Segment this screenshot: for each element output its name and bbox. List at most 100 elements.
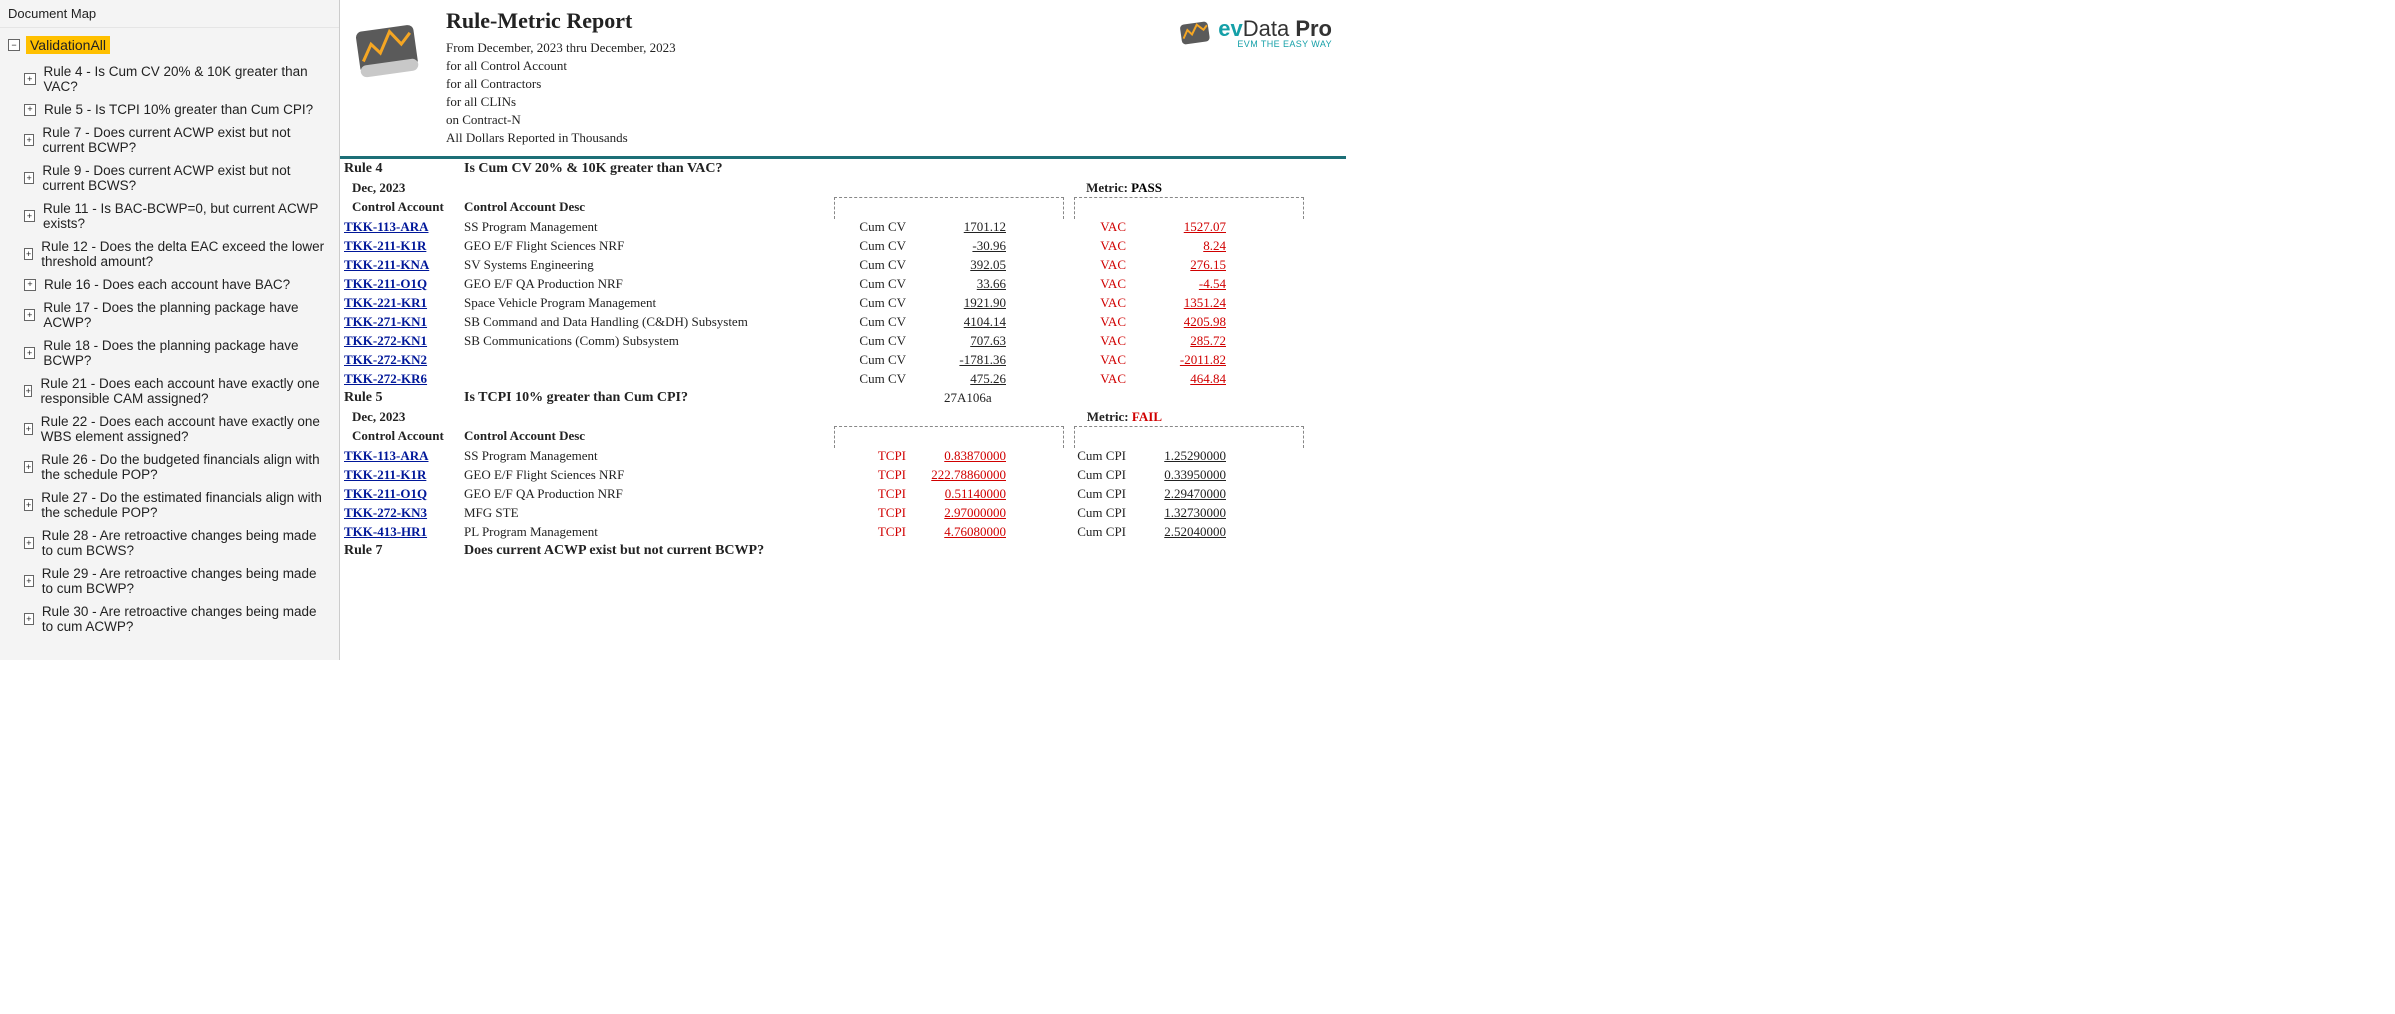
tree-item[interactable]: +Rule 18 - Does the planning package hav… <box>4 334 335 372</box>
tree-item-label: Rule 17 - Does the planning package have… <box>43 300 331 330</box>
control-account-desc <box>464 371 822 387</box>
rule-date: Dec, 2023 <box>344 409 464 425</box>
control-account-link[interactable]: TKK-211-O1Q <box>344 276 464 292</box>
expand-icon[interactable]: + <box>24 423 33 435</box>
expand-icon[interactable]: + <box>24 210 35 222</box>
control-account-link[interactable]: TKK-272-KR6 <box>344 371 464 387</box>
tree-item-label: Rule 11 - Is BAC-BCWP=0, but current ACW… <box>43 201 331 231</box>
tree-item[interactable]: + Rule 12 - Does the delta EAC exceed the… <box>4 235 335 273</box>
col-control-account: Control Account <box>344 199 464 215</box>
control-account-link[interactable]: TKK-271-KN1 <box>344 314 464 330</box>
expand-icon[interactable]: + <box>24 575 34 587</box>
metric2-label: VAC <box>1006 314 1126 330</box>
metric2-label: VAC <box>1006 238 1126 254</box>
control-account-desc: SB Command and Data Handling (C&DH) Subs… <box>464 314 822 330</box>
control-account-link[interactable]: TKK-211-K1R <box>344 238 464 254</box>
control-account-desc: SS Program Management <box>464 219 822 235</box>
metric2-label: VAC <box>1006 352 1126 368</box>
metric1-label: Cum CV <box>822 333 906 349</box>
report-subtitle: for all Control Account <box>446 58 676 74</box>
expand-icon[interactable]: + <box>24 309 35 321</box>
rule-col-headers: Control Account Control Account Desc <box>344 197 1342 217</box>
metric2-value: 464.84 <box>1126 371 1226 387</box>
metric1-value: 4.76080000 <box>906 524 1006 540</box>
report-header-text: Rule-Metric Report From December, 2023 t… <box>446 8 676 148</box>
report-viewer[interactable]: Rule-Metric Report From December, 2023 t… <box>340 0 1560 660</box>
tree-item-label: Rule 9 - Does current ACWP exist but not… <box>42 163 331 193</box>
metric2-value: 1.25290000 <box>1126 448 1226 464</box>
expand-icon[interactable]: + <box>24 134 34 146</box>
metric2-label: Cum CPI <box>1006 505 1126 521</box>
data-row: TKK-271-KN1SB Command and Data Handling … <box>344 312 1342 331</box>
report: Rule-Metric Report From December, 2023 t… <box>340 0 1346 561</box>
tree-item[interactable]: +Rule 16 - Does each account have BAC? <box>4 273 335 296</box>
tree-item[interactable]: +Rule 28 - Are retroactive changes being… <box>4 524 335 562</box>
tree-item[interactable]: + Rule 17 - Does the planning package hav… <box>4 296 335 334</box>
metric2-label: VAC <box>1006 371 1126 387</box>
control-account-desc: GEO E/F QA Production NRF <box>464 276 822 292</box>
rule-question: Is Cum CV 20% & 10K greater than VAC? <box>464 161 824 177</box>
expand-icon[interactable]: + <box>24 537 34 549</box>
tree-root-node[interactable]: − ValidationAll <box>4 34 335 56</box>
control-account-link[interactable]: TKK-211-O1Q <box>344 486 464 502</box>
control-account-link[interactable]: TKK-272-KN3 <box>344 505 464 521</box>
expand-icon[interactable]: + <box>24 172 34 184</box>
tree-root-label: ValidationAll <box>26 36 110 54</box>
metric1-label: TCPI <box>822 467 906 483</box>
report-subtitle: All Dollars Reported in Thousands <box>446 130 676 146</box>
tree-item[interactable]: +Rule 5 - Is TCPI 10% greater than Cum C… <box>4 98 335 121</box>
tree-item[interactable]: +Rule 21 - Does each account have exactl… <box>4 372 335 410</box>
expand-icon[interactable]: + <box>24 279 36 291</box>
data-row: TKK-272-KN1SB Communications (Comm) Subs… <box>344 331 1342 350</box>
rule-note: 27A106a <box>944 390 1204 406</box>
tree-item[interactable]: +Rule 7 - Does current ACWP exist but no… <box>4 121 335 159</box>
data-row: TKK-211-O1QGEO E/F QA Production NRFTCPI… <box>344 484 1342 503</box>
expand-icon[interactable]: + <box>24 613 34 625</box>
tree-item-label: Rule 12 - Does the delta EAC exceed the … <box>41 239 331 269</box>
metric1-value: 1921.90 <box>906 295 1006 311</box>
expand-icon[interactable]: + <box>24 73 36 85</box>
metric1-label: Cum CV <box>822 238 906 254</box>
control-account-link[interactable]: TKK-272-KN1 <box>344 333 464 349</box>
metric2-value: -2011.82 <box>1126 352 1226 368</box>
expand-icon[interactable]: + <box>24 385 32 397</box>
expand-icon[interactable]: + <box>24 248 33 260</box>
metric2-value: -4.54 <box>1126 276 1226 292</box>
expand-icon[interactable]: + <box>24 347 35 359</box>
tree-item[interactable]: +Rule 27 - Do the estimated financials a… <box>4 486 335 524</box>
expand-icon[interactable]: + <box>24 461 33 473</box>
control-account-desc: PL Program Management <box>464 524 822 540</box>
tree-item[interactable]: + Rule 11 - Is BAC-BCWP=0, but current AC… <box>4 197 335 235</box>
tree-item[interactable]: +Rule 29 - Are retroactive changes being… <box>4 562 335 600</box>
metric1-label: TCPI <box>822 505 906 521</box>
control-account-link[interactable]: TKK-113-ARA <box>344 448 464 464</box>
control-account-link[interactable]: TKK-413-HR1 <box>344 524 464 540</box>
expand-icon[interactable]: + <box>24 499 33 511</box>
tree-item[interactable]: +Rule 26 - Do the budgeted financials al… <box>4 448 335 486</box>
data-row: TKK-211-K1RGEO E/F Flight Sciences NRFTC… <box>344 465 1342 484</box>
metric1-value: 2.97000000 <box>906 505 1006 521</box>
expand-icon[interactable]: + <box>24 104 36 116</box>
metric2-value: 0.33950000 <box>1126 467 1226 483</box>
metric2-value: 1351.24 <box>1126 295 1226 311</box>
control-account-link[interactable]: TKK-113-ARA <box>344 219 464 235</box>
tree-item[interactable]: + Rule 4 - Is Cum CV 20% & 10K greater th… <box>4 60 335 98</box>
tree-item-label: Rule 30 - Are retroactive changes being … <box>42 604 331 634</box>
tree-item-label: Rule 4 - Is Cum CV 20% & 10K greater tha… <box>44 64 331 94</box>
data-row: TKK-211-O1QGEO E/F QA Production NRFCum … <box>344 274 1342 293</box>
control-account-desc: SV Systems Engineering <box>464 257 822 273</box>
bracket-icon <box>1074 197 1304 219</box>
tree-item[interactable]: + Rule 9 - Does current ACWP exist but no… <box>4 159 335 197</box>
control-account-link[interactable]: TKK-272-KN2 <box>344 352 464 368</box>
metric2-value: 2.52040000 <box>1126 524 1226 540</box>
control-account-link[interactable]: TKK-211-K1R <box>344 467 464 483</box>
metric2-label: Cum CPI <box>1006 486 1126 502</box>
control-account-link[interactable]: TKK-211-KNA <box>344 257 464 273</box>
collapse-icon[interactable]: − <box>8 39 20 51</box>
control-account-desc <box>464 352 822 368</box>
tree-item[interactable]: +Rule 22 - Does each account have exactl… <box>4 410 335 448</box>
control-account-desc: Space Vehicle Program Management <box>464 295 822 311</box>
brand-logo: evData Pro EVM THE EASY WAY <box>1178 18 1332 49</box>
tree-item[interactable]: + Rule 30 - Are retroactive changes being… <box>4 600 335 638</box>
control-account-link[interactable]: TKK-221-KR1 <box>344 295 464 311</box>
